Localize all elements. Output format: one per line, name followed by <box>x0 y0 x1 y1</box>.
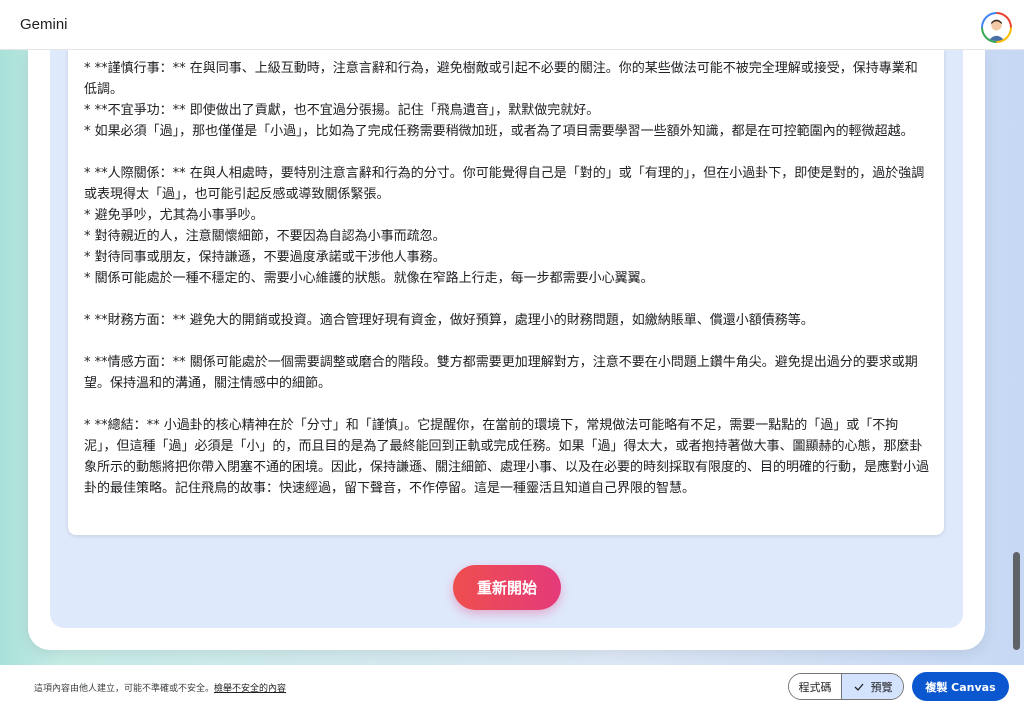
preview-card: * **謹慎行事：** 在與同事、上級互動時，注意言辭和行為，避免樹敵或引起不必… <box>28 50 985 650</box>
app-title: Gemini <box>20 16 68 33</box>
paragraph: * 對待同事或朋友，保持謙遜，不要過度承諾或干涉他人事務。 <box>84 250 446 265</box>
disclaimer-text: 這項內容由他人建立，可能不準確或不安全。 <box>34 684 215 694</box>
restart-button[interactable]: 重新開始 <box>453 565 561 610</box>
preview-tab[interactable]: 預覽 <box>841 674 903 699</box>
top-bar: Gemini <box>0 0 1024 50</box>
code-tab[interactable]: 程式碼 <box>789 674 841 699</box>
report-unsafe-link[interactable]: 檢舉不安全的內容 <box>214 684 286 694</box>
paragraph: * **財務方面：** 避免大的開銷或投資。適合管理好現有資金，做好預算，處理小… <box>84 313 814 328</box>
paragraph: * 避免爭吵，尤其為小事爭吵。 <box>84 208 264 223</box>
result-panel: * **謹慎行事：** 在與同事、上級互動時，注意言辭和行為，避免樹敵或引起不必… <box>50 50 963 628</box>
paragraph: * **謹慎行事：** 在與同事、上級互動時，注意言辭和行為，避免樹敵或引起不必… <box>84 61 918 97</box>
paragraph: * 關係可能處於一種不穩定的、需要小心維護的狀態。就像在窄路上行走，每一步都需要… <box>84 271 654 286</box>
paragraph: * **情感方面：** 關係可能處於一個需要調整或磨合的階段。雙方都需要更加理解… <box>84 355 918 391</box>
preview-tab-label: 預覽 <box>870 680 893 694</box>
paragraph: * **不宜爭功：** 即使做出了貢獻，也不宜過分張揚。記住「飛鳥遺音」，默默做… <box>84 103 600 118</box>
footer-bar: 這項內容由他人建立，可能不準確或不安全。檢舉不安全的內容 程式碼 預覽 複製 C… <box>0 665 1024 709</box>
disclaimer: 這項內容由他人建立，可能不準確或不安全。檢舉不安全的內容 <box>34 681 286 694</box>
view-toggle: 程式碼 預覽 <box>788 673 904 700</box>
copy-canvas-button[interactable]: 複製 Canvas <box>912 672 1009 701</box>
paragraph: * **總結：** 小過卦的核心精神在於「分寸」和「謹慎」。它提醒你，在當前的環… <box>84 418 930 496</box>
paragraph: * 對待親近的人，注意關懷細節，不要因為自認為小事而疏忽。 <box>84 229 446 244</box>
reading-text: * **謹慎行事：** 在與同事、上級互動時，注意言辭和行為，避免樹敵或引起不必… <box>84 58 930 499</box>
canvas-area: * **謹慎行事：** 在與同事、上級互動時，注意言辭和行為，避免樹敵或引起不必… <box>0 50 1024 665</box>
reading-text-card: * **謹慎行事：** 在與同事、上級互動時，注意言辭和行為，避免樹敵或引起不必… <box>68 50 944 535</box>
avatar-icon[interactable] <box>981 12 1012 43</box>
paragraph: * **人際關係：** 在與人相處時，要特別注意言辭和行為的分寸。你可能覺得自己… <box>84 166 925 202</box>
scrollbar-thumb[interactable] <box>1013 552 1020 650</box>
check-icon <box>854 683 863 691</box>
paragraph: * 如果必須「過」，那也僅僅是「小過」，比如為了完成任務需要稍微加班，或者為了項… <box>84 124 914 139</box>
